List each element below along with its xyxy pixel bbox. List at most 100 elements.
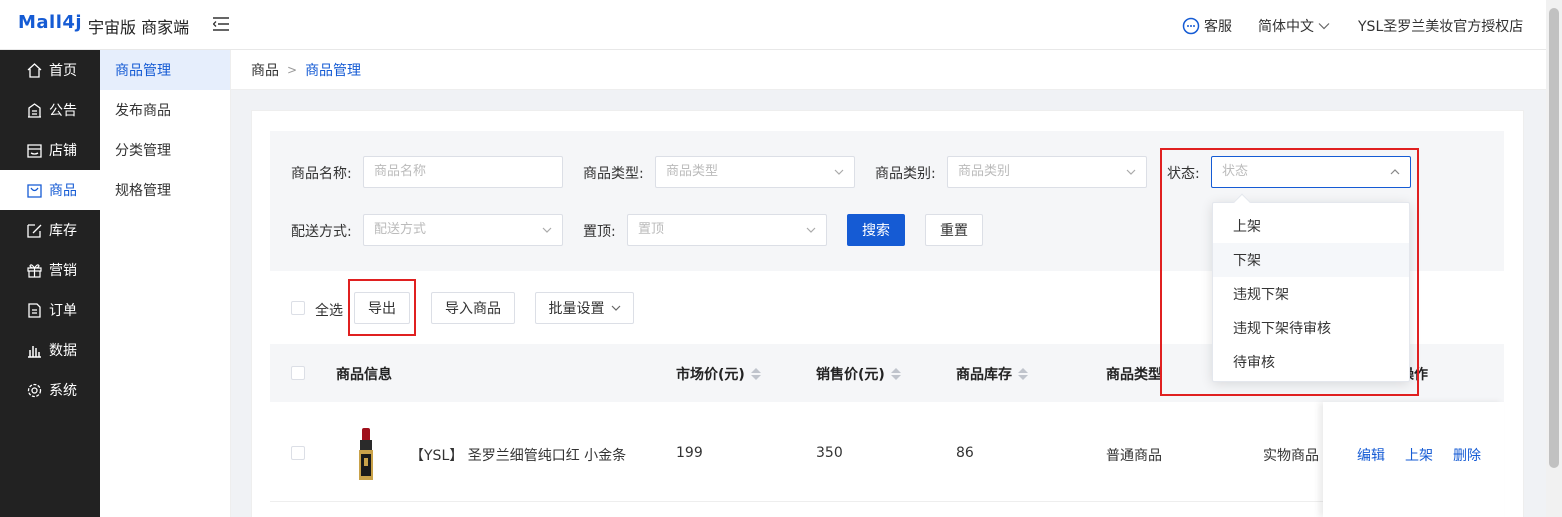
sidebar-item-system[interactable]: 系统 bbox=[0, 370, 100, 410]
language-selector[interactable]: 简体中文 bbox=[1258, 16, 1330, 36]
row-checkbox[interactable] bbox=[291, 446, 305, 460]
category-cell: 实物商品 bbox=[1263, 448, 1319, 464]
notice-icon bbox=[28, 102, 41, 118]
column-header-market-price[interactable]: 市场价(元) bbox=[676, 364, 761, 384]
type-label: 商品类型: bbox=[583, 166, 644, 182]
sidebar-item-label: 库存 bbox=[49, 223, 77, 239]
delete-link[interactable]: 删除 bbox=[1453, 445, 1481, 465]
sale-price-cell: 350 bbox=[816, 445, 843, 461]
category-label: 商品类别: bbox=[875, 166, 936, 182]
submenu: 商品管理 发布商品 分类管理 规格管理 bbox=[100, 50, 231, 517]
sidebar-item-label: 数据 bbox=[49, 343, 77, 359]
sidebar-item-label: 公告 bbox=[49, 103, 77, 119]
import-goods-button[interactable]: 导入商品 bbox=[431, 292, 515, 324]
reset-button[interactable]: 重置 bbox=[925, 214, 983, 246]
collapse-menu-icon[interactable] bbox=[213, 17, 229, 31]
top-placeholder: 置顶 bbox=[638, 222, 665, 237]
product-name[interactable]: 【YSL】 圣罗兰细管纯口红 小金条 bbox=[410, 445, 626, 465]
top-select[interactable]: 置顶 bbox=[627, 214, 827, 246]
logo: Mall4j bbox=[18, 12, 83, 33]
header-checkbox[interactable] bbox=[291, 366, 305, 380]
column-header-info: 商品信息 bbox=[336, 364, 392, 384]
sidebar-item-notice[interactable]: 公告 bbox=[0, 90, 100, 130]
customer-service-button[interactable]: 客服 bbox=[1182, 16, 1232, 36]
sort-icon[interactable] bbox=[750, 368, 761, 380]
delivery-select[interactable]: 配送方式 bbox=[363, 214, 563, 246]
chevron-down-icon bbox=[611, 305, 620, 311]
column-header-type-label: 商品类型 bbox=[1106, 367, 1162, 383]
sidebar-item-label: 商品 bbox=[49, 183, 77, 199]
sidebar-item-label: 系统 bbox=[49, 383, 77, 399]
brand-title: 宇宙版 商家端 bbox=[88, 18, 190, 37]
type-cell: 普通商品 bbox=[1106, 448, 1162, 464]
category-select[interactable]: 商品类别 bbox=[947, 156, 1147, 188]
online-link[interactable]: 上架 bbox=[1405, 445, 1433, 465]
sidebar-item-stock[interactable]: 库存 bbox=[0, 210, 100, 250]
breadcrumb-current: 商品管理 bbox=[305, 62, 362, 79]
column-header-market-price-label: 市场价(元) bbox=[676, 367, 745, 383]
column-header-type: 商品类型 bbox=[1106, 364, 1162, 384]
submenu-item-spec[interactable]: 规格管理 bbox=[100, 170, 230, 210]
category-placeholder: 商品类别 bbox=[958, 164, 1011, 179]
sidebar-item-data[interactable]: 数据 bbox=[0, 330, 100, 370]
delivery-placeholder: 配送方式 bbox=[374, 222, 427, 237]
customer-service-label: 客服 bbox=[1204, 19, 1232, 35]
language-label: 简体中文 bbox=[1258, 19, 1314, 35]
bar-chart-icon bbox=[28, 345, 41, 358]
shop-name[interactable]: YSL圣罗兰美妆官方授权店 bbox=[1358, 16, 1523, 36]
submenu-item-goods-manage[interactable]: 商品管理 bbox=[100, 50, 230, 90]
name-label: 商品名称: bbox=[291, 166, 352, 182]
edit-link[interactable]: 编辑 bbox=[1357, 445, 1385, 465]
market-price-cell: 199 bbox=[676, 445, 703, 461]
select-all-label: 全选 bbox=[315, 303, 343, 319]
submenu-item-publish[interactable]: 发布商品 bbox=[100, 90, 230, 130]
type-placeholder: 商品类型 bbox=[666, 164, 719, 179]
name-input[interactable]: 商品名称 bbox=[363, 156, 563, 188]
sidebar-item-marketing[interactable]: 营销 bbox=[0, 250, 100, 290]
sidebar-item-orders[interactable]: 订单 bbox=[0, 290, 100, 330]
column-header-sale-price-label: 销售价(元) bbox=[816, 367, 885, 383]
chevron-down-icon bbox=[542, 227, 552, 233]
sort-icon[interactable] bbox=[1018, 368, 1028, 380]
sidebar-item-goods[interactable]: 商品 bbox=[0, 170, 100, 210]
sidebar-item-label: 首页 bbox=[49, 63, 77, 79]
home-icon bbox=[27, 62, 42, 78]
column-header-stock[interactable]: 商品库存 bbox=[956, 364, 1028, 384]
column-header-sale-price[interactable]: 销售价(元) bbox=[816, 364, 901, 384]
stock-cell: 86 bbox=[956, 445, 974, 461]
gift-icon bbox=[27, 263, 42, 278]
chevron-right-icon: > bbox=[287, 62, 298, 77]
top-label: 置顶: bbox=[583, 224, 616, 240]
highlight-box-export bbox=[348, 279, 416, 336]
select-all-checkbox[interactable] bbox=[291, 301, 305, 315]
sidebar-item-label: 营销 bbox=[49, 263, 77, 279]
product-thumbnail[interactable] bbox=[356, 428, 376, 480]
search-button[interactable]: 搜索 bbox=[847, 214, 905, 246]
scrollbar-thumb[interactable] bbox=[1549, 8, 1559, 468]
chevron-down-icon bbox=[1126, 169, 1136, 175]
chat-icon bbox=[1182, 17, 1200, 35]
column-header-info-label: 商品信息 bbox=[336, 367, 392, 383]
sort-icon[interactable] bbox=[890, 368, 901, 380]
breadcrumb-parent[interactable]: 商品 bbox=[251, 60, 279, 80]
type-select[interactable]: 商品类型 bbox=[655, 156, 855, 188]
document-icon bbox=[28, 302, 41, 318]
sidebar: 首页 公告 店铺 商品 库存 营销 订单 数据 系统 bbox=[0, 50, 100, 517]
sidebar-item-label: 订单 bbox=[49, 303, 77, 319]
top-header: Mall4j 宇宙版 商家端 客服 简体中文 YSL圣罗兰美妆官方授权店 bbox=[0, 0, 1546, 50]
batch-settings-button[interactable]: 批量设置 bbox=[535, 292, 634, 324]
edit-icon bbox=[27, 223, 42, 238]
sidebar-item-store[interactable]: 店铺 bbox=[0, 130, 100, 170]
bag-icon bbox=[27, 183, 42, 198]
sidebar-item-home[interactable]: 首页 bbox=[0, 50, 100, 90]
submenu-item-category[interactable]: 分类管理 bbox=[100, 130, 230, 170]
gear-icon bbox=[27, 383, 42, 397]
column-header-stock-label: 商品库存 bbox=[956, 367, 1012, 383]
chevron-down-icon bbox=[834, 169, 844, 175]
delivery-label: 配送方式: bbox=[291, 224, 352, 240]
batch-settings-label: 批量设置 bbox=[548, 301, 605, 317]
vertical-scrollbar[interactable] bbox=[1546, 0, 1562, 517]
chevron-down-icon bbox=[806, 227, 816, 233]
breadcrumb: 商品 > 商品管理 bbox=[231, 50, 1546, 90]
chevron-down-icon bbox=[1318, 23, 1330, 30]
